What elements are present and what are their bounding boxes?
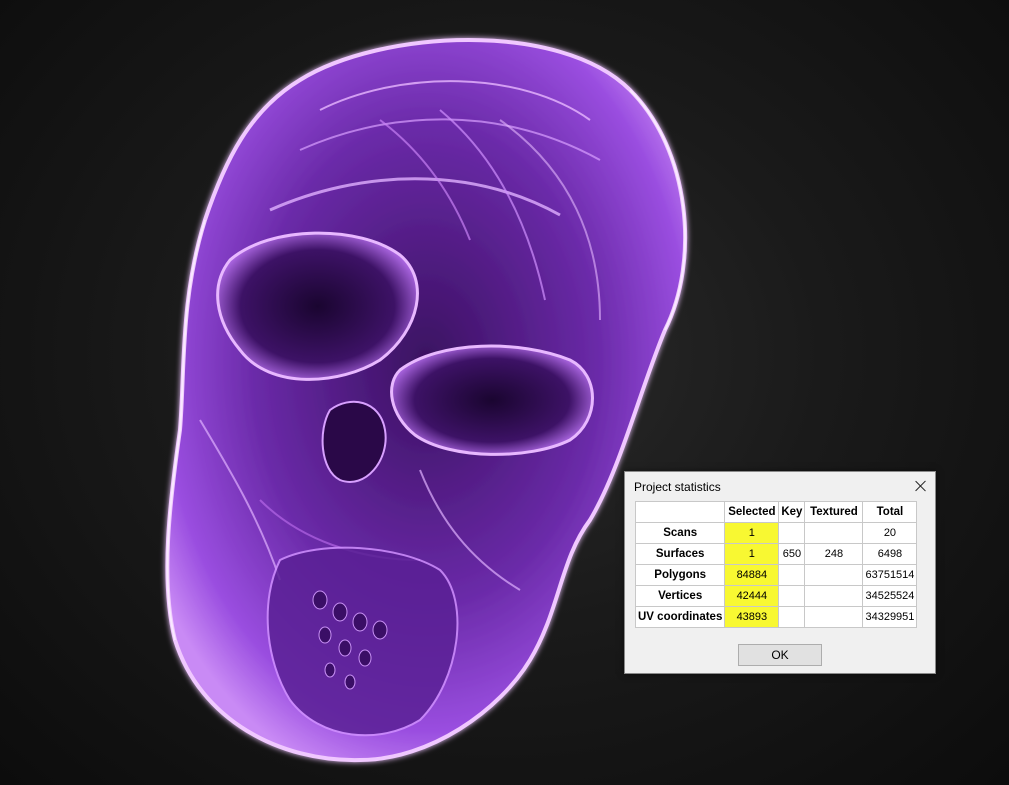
key-cell <box>778 585 806 607</box>
textured-cell <box>804 522 864 544</box>
total-cell: 63751514 <box>862 564 918 586</box>
column-header-textured: Textured <box>804 501 864 523</box>
selected-cell: 42444 <box>724 585 780 607</box>
selected-cell: 1 <box>724 543 780 565</box>
row-label: Surfaces <box>634 543 726 565</box>
dialog-title: Project statistics <box>634 480 721 494</box>
ok-button[interactable]: OK <box>738 644 822 666</box>
table-header-row: Selected Key Textured Total <box>634 501 918 523</box>
column-header-total: Total <box>862 501 918 523</box>
key-cell <box>778 522 806 544</box>
total-cell: 34525524 <box>862 585 918 607</box>
textured-cell: 248 <box>804 543 864 565</box>
textured-cell <box>804 606 864 628</box>
total-cell: 34329951 <box>862 606 918 628</box>
row-label: Polygons <box>634 564 726 586</box>
close-icon[interactable] <box>913 478 929 494</box>
key-cell <box>778 564 806 586</box>
right-eye-socket <box>390 344 594 456</box>
textured-cell <box>804 585 864 607</box>
column-header-selected: Selected <box>724 501 780 523</box>
column-header-key: Key <box>778 501 806 523</box>
total-cell: 6498 <box>862 543 918 565</box>
project-statistics-dialog: Project statistics Selected Key Textured… <box>624 471 936 674</box>
table-row: Scans 1 20 <box>634 522 918 544</box>
jaw <box>266 546 459 737</box>
table-row: Vertices 42444 34525524 <box>634 585 918 607</box>
key-cell <box>778 606 806 628</box>
total-cell: 20 <box>862 522 918 544</box>
table-row: Surfaces 1 650 248 6498 <box>634 543 918 565</box>
selected-cell: 1 <box>724 522 780 544</box>
row-label: Vertices <box>634 585 726 607</box>
column-header <box>634 501 726 523</box>
selected-cell: 84884 <box>724 564 780 586</box>
textured-cell <box>804 564 864 586</box>
row-label: Scans <box>634 522 726 544</box>
key-cell: 650 <box>778 543 806 565</box>
row-label: UV coordinates <box>634 606 726 628</box>
table-row: Polygons 84884 63751514 <box>634 564 918 586</box>
table-row: UV coordinates 43893 34329951 <box>634 606 918 628</box>
statistics-table: Selected Key Textured Total Scans 1 20 S… <box>634 501 918 628</box>
selected-cell: 43893 <box>724 606 780 628</box>
